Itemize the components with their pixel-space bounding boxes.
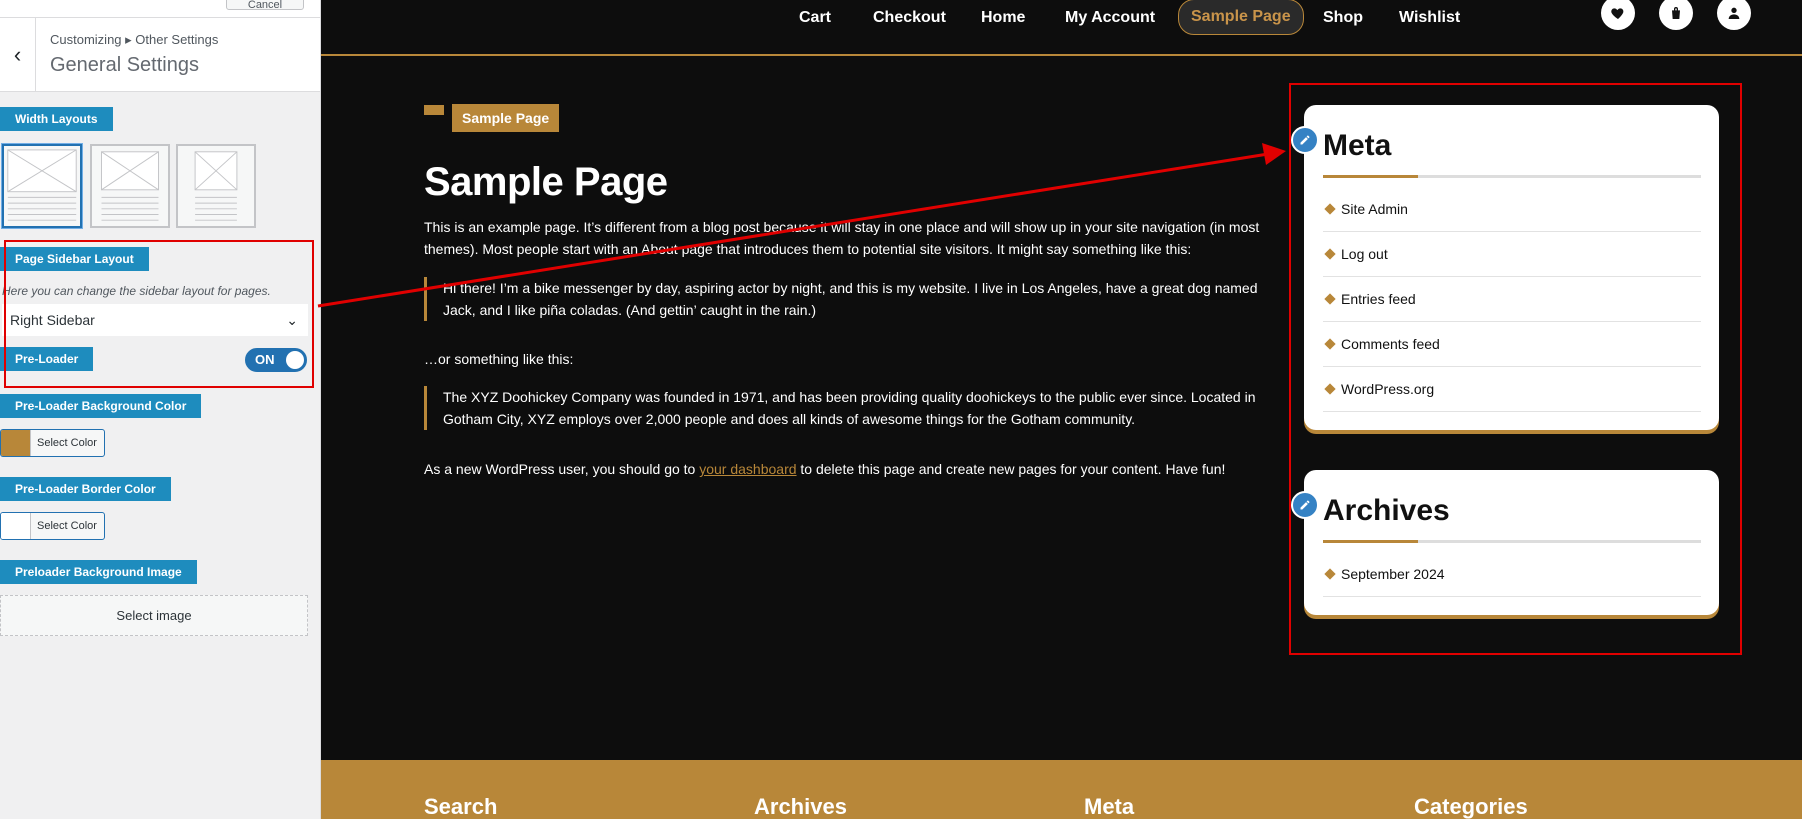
nav-wishlist[interactable]: Wishlist: [1399, 4, 1460, 38]
quote-2: The XYZ Doohickey Company was founded in…: [443, 389, 1256, 427]
footer-heading-meta: Meta: [1084, 794, 1135, 819]
select-image-button[interactable]: Select image: [0, 595, 308, 636]
preloader-bg-color-label: Pre-Loader Background Color: [0, 394, 202, 418]
site-header: Cart Checkout Home My Account Sample Pag…: [321, 0, 1802, 56]
layout-contained-icon: [101, 151, 159, 221]
nav-home[interactable]: Home: [981, 4, 1025, 38]
quote-bar: [424, 386, 427, 430]
preloader-border-color-label: Pre-Loader Border Color: [0, 477, 171, 501]
panel-top-strip: Cancel: [0, 0, 320, 18]
select-color-label: Select Color: [37, 437, 97, 449]
annotation-box-sidebar-layout: [4, 240, 314, 388]
footer-heading-search: Search: [424, 794, 498, 819]
layout-full-icon: [7, 149, 77, 221]
section-title: General Settings: [50, 54, 199, 76]
outro-paragraph: As a new WordPress user, you should go t…: [424, 458, 1284, 480]
dashboard-link[interactable]: your dashboard: [699, 461, 796, 477]
bag-icon[interactable]: [1659, 0, 1693, 30]
preloader-border-color-button[interactable]: Select Color: [0, 512, 105, 540]
color-swatch: [1, 430, 31, 456]
footer-heading-categories: Categories: [1414, 794, 1528, 819]
panel-header: ‹ Customizing ▸ Other Settings General S…: [0, 18, 320, 92]
breadcrumb: Customizing ▸ Other Settings: [50, 32, 219, 47]
quote-bar: [424, 277, 427, 321]
width-layouts-label: Width Layouts: [0, 107, 113, 131]
page-title: Sample Page: [424, 160, 668, 204]
screen: Cancel ‹ Customizing ▸ Other Settings Ge…: [0, 0, 1802, 819]
preloader-bg-color-button[interactable]: Select Color: [0, 429, 105, 457]
layout-boxed-icon: [194, 151, 238, 221]
breadcrumb-marker: [424, 105, 444, 115]
preloader-image-label: Preloader Background Image: [0, 560, 197, 584]
layout-option-boxed[interactable]: [176, 144, 256, 228]
nav-my-account[interactable]: My Account: [1065, 4, 1155, 38]
quote-1: Hi there! I’m a bike messenger by day, a…: [443, 280, 1258, 318]
layout-option-contained[interactable]: [90, 144, 170, 228]
select-color-label: Select Color: [37, 520, 97, 532]
user-icon[interactable]: [1717, 0, 1751, 30]
or-paragraph: …or something like this:: [424, 351, 574, 367]
outro-text-before: As a new WordPress user, you should go t…: [424, 461, 700, 477]
color-swatch: [1, 513, 31, 539]
nav-shop[interactable]: Shop: [1323, 4, 1363, 38]
back-button[interactable]: ‹: [0, 18, 36, 91]
outro-text-after: to delete this page and create new pages…: [796, 461, 1226, 477]
breadcrumb-badge[interactable]: Sample Page: [452, 104, 560, 132]
cancel-button[interactable]: Cancel: [226, 0, 304, 10]
heart-icon[interactable]: [1601, 0, 1635, 30]
intro-paragraph: This is an example page. It’s different …: [424, 219, 1260, 257]
nav-checkout[interactable]: Checkout: [873, 4, 946, 38]
chevron-left-icon: ‹: [13, 41, 22, 67]
annotation-box-sidebar-widgets: [1289, 83, 1742, 655]
nav-sample-page[interactable]: Sample Page: [1178, 0, 1304, 35]
nav-cart[interactable]: Cart: [799, 4, 831, 38]
footer-heading-archives: Archives: [754, 794, 847, 819]
layout-option-full[interactable]: [2, 144, 82, 228]
site-footer: Search Archives Meta Categories: [321, 760, 1802, 819]
customizer-panel: Cancel ‹ Customizing ▸ Other Settings Ge…: [0, 0, 321, 819]
